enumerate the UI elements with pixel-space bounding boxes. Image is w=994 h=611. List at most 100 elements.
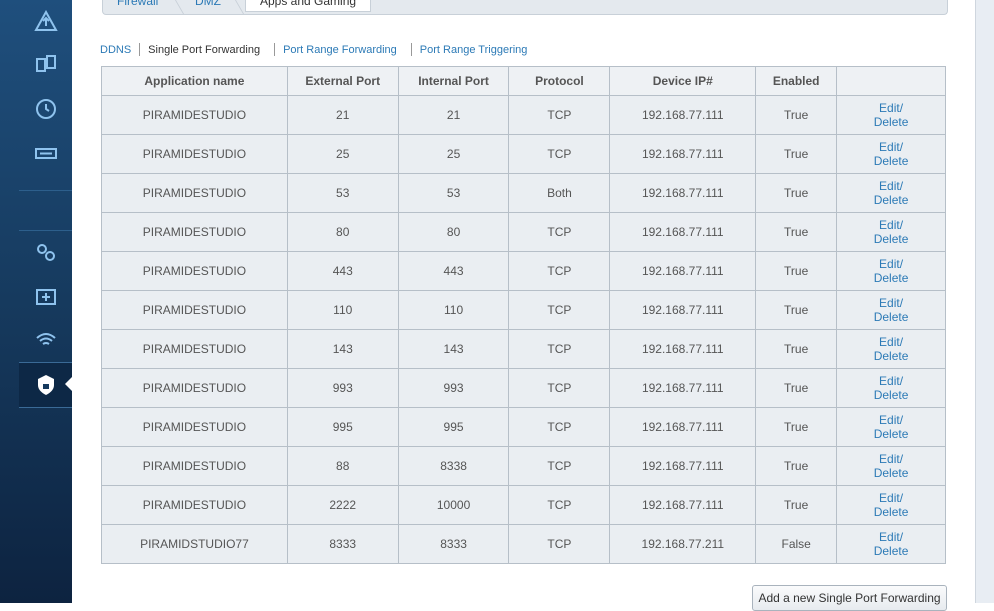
delete-link[interactable]: Delete [837, 115, 945, 129]
cell-app: PIRAMIDESTUDIO [101, 368, 288, 408]
cell-app: PIRAMIDESTUDIO [101, 290, 288, 330]
cell-app: PIRAMIDESTUDIO [101, 95, 288, 135]
cell-device-ip: 192.168.77.111 [609, 95, 757, 135]
sidebar-item-devices[interactable] [19, 43, 72, 87]
table-row: PIRAMIDESTUDIO 995 995 TCP 192.168.77.11… [101, 407, 946, 447]
edit-link[interactable]: Edit/ [837, 296, 945, 310]
edit-link[interactable]: Edit/ [837, 218, 945, 232]
cell-enabled: True [755, 134, 838, 174]
sidebar-item-storage[interactable] [19, 131, 72, 175]
cell-device-ip: 192.168.77.111 [609, 173, 757, 213]
edit-link[interactable]: Edit/ [837, 374, 945, 388]
delete-link[interactable]: Delete [837, 349, 945, 363]
sidebar-item-troubleshoot[interactable] [19, 274, 72, 318]
table-row: PIRAMIDESTUDIO 143 143 TCP 192.168.77.11… [101, 329, 946, 369]
cell-actions: Edit/Delete [836, 212, 946, 252]
delete-link[interactable]: Delete [837, 271, 945, 285]
cell-app: PIRAMIDESTUDIO [101, 134, 288, 174]
header-device-ip: Device IP# [609, 66, 757, 96]
cell-actions: Edit/Delete [836, 251, 946, 291]
cell-protocol: TCP [508, 407, 611, 447]
tab-firewall[interactable]: Firewall [117, 0, 158, 8]
table-row: PIRAMIDESTUDIO 443 443 TCP 192.168.77.11… [101, 251, 946, 291]
security-shield-icon [37, 375, 54, 395]
wireless-lock-icon [35, 333, 56, 345]
edit-link[interactable]: Edit/ [837, 140, 945, 154]
cell-device-ip: 192.168.77.111 [609, 290, 757, 330]
table-row: PIRAMIDESTUDIO 25 25 TCP 192.168.77.111 … [101, 134, 946, 174]
table-row: PIRAMIDESTUDIO 993 993 TCP 192.168.77.11… [101, 368, 946, 408]
cell-actions: Edit/Delete [836, 524, 946, 564]
cell-external-port: 88 [286, 446, 399, 486]
tab-dmz[interactable]: DMZ [195, 0, 221, 8]
table-row: PIRAMIDESTUDIO 88 8338 TCP 192.168.77.11… [101, 446, 946, 486]
sidebar-item-security[interactable] [19, 362, 72, 408]
subnav-single-port-forwarding[interactable]: Single Port Forwarding [148, 44, 260, 56]
delete-link[interactable]: Delete [837, 466, 945, 480]
delete-link[interactable]: Delete [837, 544, 945, 558]
cell-external-port: 110 [286, 290, 399, 330]
edit-link[interactable]: Edit/ [837, 530, 945, 544]
cell-actions: Edit/Delete [836, 368, 946, 408]
delete-link[interactable]: Delete [837, 154, 945, 168]
device-swap-icon [35, 55, 56, 72]
header-application-name: Application name [101, 66, 288, 96]
tab-apps-and-gaming[interactable]: Apps and Gaming [245, 0, 372, 12]
cell-protocol: TCP [508, 485, 611, 525]
cell-actions: Edit/Delete [836, 485, 946, 525]
cell-protocol: TCP [508, 251, 611, 291]
cell-actions: Edit/Delete [836, 446, 946, 486]
edit-link[interactable]: Edit/ [837, 452, 945, 466]
table-row: PIRAMIDESTUDIO 53 53 Both 192.168.77.111… [101, 173, 946, 213]
table-row: PIRAMIDSTUDIO77 8333 8333 TCP 192.168.77… [101, 524, 946, 564]
edit-link[interactable]: Edit/ [837, 413, 945, 427]
subnav-ddns[interactable]: DDNS [100, 44, 131, 56]
page-scrollbar[interactable] [975, 0, 994, 603]
edit-link[interactable]: Edit/ [837, 101, 945, 115]
delete-link[interactable]: Delete [837, 388, 945, 402]
cell-internal-port: 110 [397, 290, 510, 330]
add-single-port-forwarding-button[interactable]: Add a new Single Port Forwarding [752, 585, 947, 611]
cell-external-port: 8333 [286, 524, 399, 564]
cell-actions: Edit/Delete [836, 290, 946, 330]
subnav-port-range-triggering[interactable]: Port Range Triggering [420, 44, 528, 56]
sidebar-item-network-map[interactable] [19, 0, 72, 44]
cell-enabled: True [755, 446, 838, 486]
cell-enabled: True [755, 407, 838, 447]
edit-link[interactable]: Edit/ [837, 491, 945, 505]
usb-icon [34, 148, 57, 159]
cell-external-port: 80 [286, 212, 399, 252]
cell-actions: Edit/Delete [836, 329, 946, 369]
subnav-port-range-forwarding[interactable]: Port Range Forwarding [283, 44, 397, 56]
edit-link[interactable]: Edit/ [837, 257, 945, 271]
cell-protocol: TCP [508, 524, 611, 564]
edit-link[interactable]: Edit/ [837, 179, 945, 193]
cell-protocol: TCP [508, 368, 611, 408]
header-protocol: Protocol [508, 66, 611, 96]
cell-enabled: True [755, 329, 838, 369]
sidebar-item-settings[interactable] [19, 230, 72, 274]
delete-link[interactable]: Delete [837, 232, 945, 246]
cell-device-ip: 192.168.77.111 [609, 368, 757, 408]
delete-link[interactable]: Delete [837, 505, 945, 519]
delete-link[interactable]: Delete [837, 427, 945, 441]
cell-app: PIRAMIDESTUDIO [101, 173, 288, 213]
cell-enabled: True [755, 290, 838, 330]
cell-internal-port: 10000 [397, 485, 510, 525]
cell-device-ip: 192.168.77.211 [609, 524, 757, 564]
edit-link[interactable]: Edit/ [837, 335, 945, 349]
delete-link[interactable]: Delete [837, 310, 945, 324]
cell-internal-port: 143 [397, 329, 510, 369]
cell-internal-port: 8338 [397, 446, 510, 486]
cell-actions: Edit/Delete [836, 407, 946, 447]
single-port-forwarding-table: Application name External Port Internal … [101, 66, 946, 564]
delete-link[interactable]: Delete [837, 193, 945, 207]
cell-device-ip: 192.168.77.111 [609, 485, 757, 525]
cell-enabled: False [755, 524, 838, 564]
cell-enabled: True [755, 251, 838, 291]
sidebar-item-wireless[interactable] [19, 318, 72, 362]
cell-actions: Edit/Delete [836, 173, 946, 213]
sidebar-item-parental[interactable] [19, 87, 72, 131]
troubleshoot-kit-icon [35, 289, 56, 305]
cell-app: PIRAMIDESTUDIO [101, 212, 288, 252]
